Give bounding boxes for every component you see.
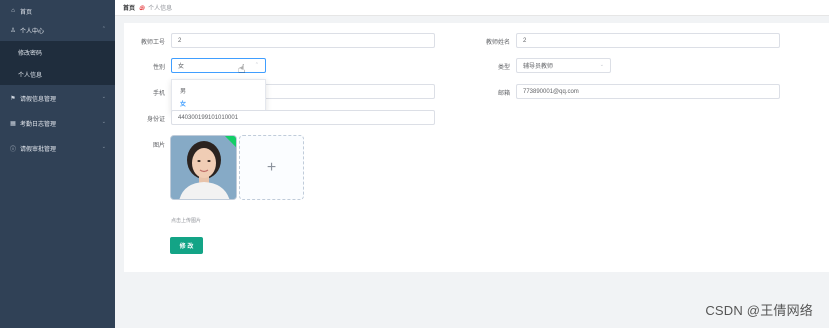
upload-button[interactable]: + — [239, 135, 304, 200]
chevron-down-icon: ⌄ — [101, 119, 106, 125]
idcard-input[interactable]: 440300199101010001 — [171, 110, 435, 125]
photo-label: 图片 — [152, 143, 165, 149]
chevron-down-icon: ⌄ — [101, 144, 106, 150]
teacher-name-input[interactable]: 2 — [516, 33, 780, 48]
idcard-label: 身份证 — [146, 117, 165, 123]
sidebar-item-leave-approval[interactable]: ⓘ 请假审批管理 ⌄ — [0, 137, 115, 159]
info-circle-icon: ⓘ — [9, 146, 16, 153]
upload-hint: 点击上传图片 — [171, 218, 202, 224]
sidebar-item-label: 个人信息 — [18, 72, 43, 79]
watermark: CSDN @王倩网络 — [705, 303, 813, 318]
sidebar-item-label: 请假审批管理 — [20, 146, 57, 153]
portrait-image — [171, 136, 236, 199]
gender-dropdown: 男 女 — [171, 79, 266, 113]
idcard-value: 440300199101010001 — [178, 114, 239, 121]
chevron-up-icon: ⌃ — [101, 26, 106, 32]
chevron-up-icon: ⌃ — [254, 62, 259, 68]
teacher-id-value: 2 — [178, 37, 182, 44]
photo-thumbnail[interactable] — [170, 135, 237, 200]
email-input[interactable]: 773890001@qq.com — [516, 84, 780, 99]
sidebar-item-personal-center[interactable]: ♙ 个人中心 ⌃ — [0, 19, 115, 41]
type-select[interactable]: 辅导员教师 ⌄ — [516, 58, 611, 73]
hand-cursor-icon: ☝ — [238, 62, 246, 76]
teacher-id-input[interactable]: 2 — [171, 33, 435, 48]
chevron-down-icon: ⌄ — [101, 94, 106, 100]
breadcrumb: 首页 ෧ 个人信息 — [115, 0, 829, 16]
type-value: 辅导员教师 — [523, 64, 554, 70]
sidebar-item-personal-info[interactable]: 个人信息 — [0, 63, 115, 85]
sidebar-item-label: 首页 — [20, 9, 33, 16]
sidebar-item-label: 请假信息管理 — [20, 96, 57, 103]
teacher-name-value: 2 — [523, 37, 527, 44]
plus-icon: + — [266, 158, 277, 176]
grid-icon: ▦ — [10, 120, 16, 127]
home-icon: ⌂ — [11, 8, 15, 14]
sidebar-item-label: 修改密码 — [18, 50, 43, 57]
sidebar-item-change-password[interactable]: 修改密码 — [0, 41, 115, 63]
chevron-down-icon: ⌄ — [599, 62, 604, 68]
gender-option-male[interactable]: 男 — [180, 86, 186, 95]
breadcrumb-current: 个人信息 — [148, 6, 173, 12]
gender-label: 性别 — [152, 65, 165, 71]
email-value: 773890001@qq.com — [523, 88, 579, 95]
phone-label: 手机 — [152, 91, 165, 97]
breadcrumb-separator-icon: ෧ — [139, 2, 145, 12]
gender-option-female[interactable]: 女 — [180, 99, 186, 108]
sidebar: ⌂ 首页 ♙ 个人中心 ⌃ 修改密码 个人信息 ⚑ 请假信息管理 ⌄ ▦ 考勤日… — [0, 0, 115, 328]
user-icon: ♙ — [10, 27, 16, 34]
breadcrumb-home[interactable]: 首页 — [123, 3, 135, 12]
sidebar-item-label: 考勤日志管理 — [20, 121, 57, 128]
sidebar-item-attendance[interactable]: ▦ 考勤日志管理 ⌄ — [0, 112, 115, 134]
gender-value: 女 — [178, 64, 185, 70]
sidebar-item-label: 个人中心 — [20, 28, 45, 35]
teacher-id-label: 教师工号 — [140, 40, 165, 46]
submit-button[interactable]: 修 改 — [170, 237, 203, 254]
flag-icon: ⚑ — [10, 95, 16, 102]
email-label: 邮箱 — [497, 91, 510, 97]
teacher-name-label: 教师姓名 — [485, 40, 510, 46]
gender-select[interactable]: 女 ⌃ — [171, 58, 266, 73]
sidebar-item-leave-info[interactable]: ⚑ 请假信息管理 ⌄ — [0, 87, 115, 109]
type-label: 类型 — [497, 65, 510, 71]
